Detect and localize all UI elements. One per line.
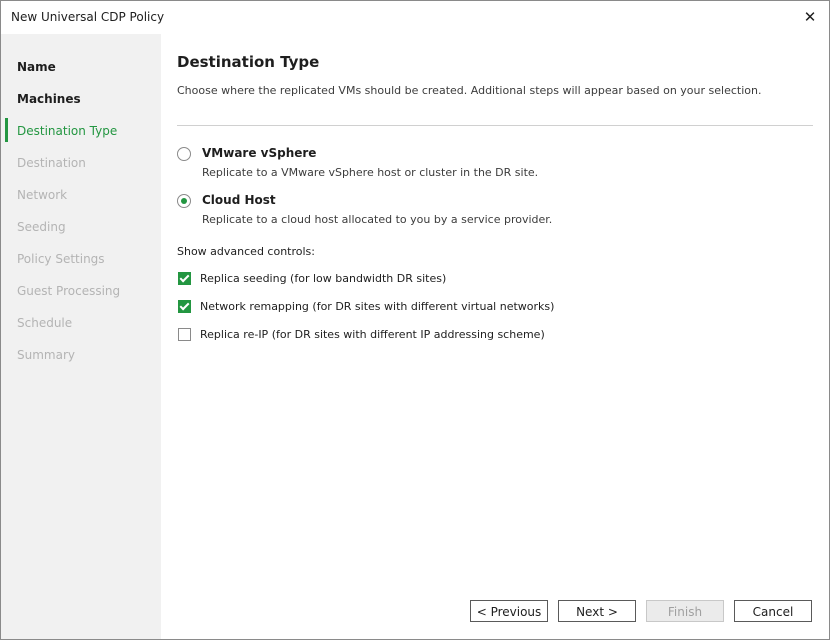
replica-reip-label[interactable]: Replica re-IP (for DR sites with differe… bbox=[200, 328, 545, 341]
cloud-host-radio[interactable] bbox=[177, 194, 191, 208]
replica-seeding-checkbox[interactable] bbox=[178, 272, 191, 285]
close-icon[interactable]: ✕ bbox=[799, 6, 821, 28]
step-machines[interactable]: Machines bbox=[17, 92, 81, 106]
wizard-steps-sidebar: Name Machines Destination Type Destinati… bbox=[1, 34, 161, 639]
step-destination: Destination bbox=[17, 156, 86, 170]
cloud-host-description: Replicate to a cloud host allocated to y… bbox=[202, 213, 553, 226]
network-remapping-checkbox[interactable] bbox=[178, 300, 191, 313]
page-description: Choose where the replicated VMs should b… bbox=[177, 84, 762, 97]
replica-seeding-label[interactable]: Replica seeding (for low bandwidth DR si… bbox=[200, 272, 446, 285]
step-guest-processing: Guest Processing bbox=[17, 284, 121, 298]
network-remapping-label[interactable]: Network remapping (for DR sites with dif… bbox=[200, 300, 554, 313]
step-network: Network bbox=[17, 188, 68, 202]
next-button[interactable]: Next > bbox=[558, 600, 636, 622]
page-title: Destination Type bbox=[177, 53, 320, 71]
cloud-host-label[interactable]: Cloud Host bbox=[202, 193, 276, 207]
vmware-vsphere-label[interactable]: VMware vSphere bbox=[202, 146, 316, 160]
step-name[interactable]: Name bbox=[17, 60, 56, 74]
advanced-controls-label: Show advanced controls: bbox=[177, 245, 315, 258]
vmware-vsphere-description: Replicate to a VMware vSphere host or cl… bbox=[202, 166, 539, 179]
active-step-marker bbox=[5, 118, 8, 142]
previous-button[interactable]: < Previous bbox=[470, 600, 548, 622]
title-bar: New Universal CDP Policy ✕ bbox=[1, 1, 829, 33]
replica-reip-checkbox[interactable] bbox=[178, 328, 191, 341]
divider bbox=[177, 125, 813, 126]
step-destination-type[interactable]: Destination Type bbox=[17, 124, 117, 138]
window-title: New Universal CDP Policy bbox=[11, 10, 165, 24]
step-policy-settings: Policy Settings bbox=[17, 252, 105, 266]
main-content: Destination Type Choose where the replic… bbox=[161, 34, 829, 639]
finish-button: Finish bbox=[646, 600, 724, 622]
step-seeding: Seeding bbox=[17, 220, 66, 234]
vmware-vsphere-radio[interactable] bbox=[177, 147, 191, 161]
step-summary: Summary bbox=[17, 348, 75, 362]
wizard-window: New Universal CDP Policy ✕ Name Machines… bbox=[0, 0, 830, 640]
step-schedule: Schedule bbox=[17, 316, 73, 330]
cancel-button[interactable]: Cancel bbox=[734, 600, 812, 622]
